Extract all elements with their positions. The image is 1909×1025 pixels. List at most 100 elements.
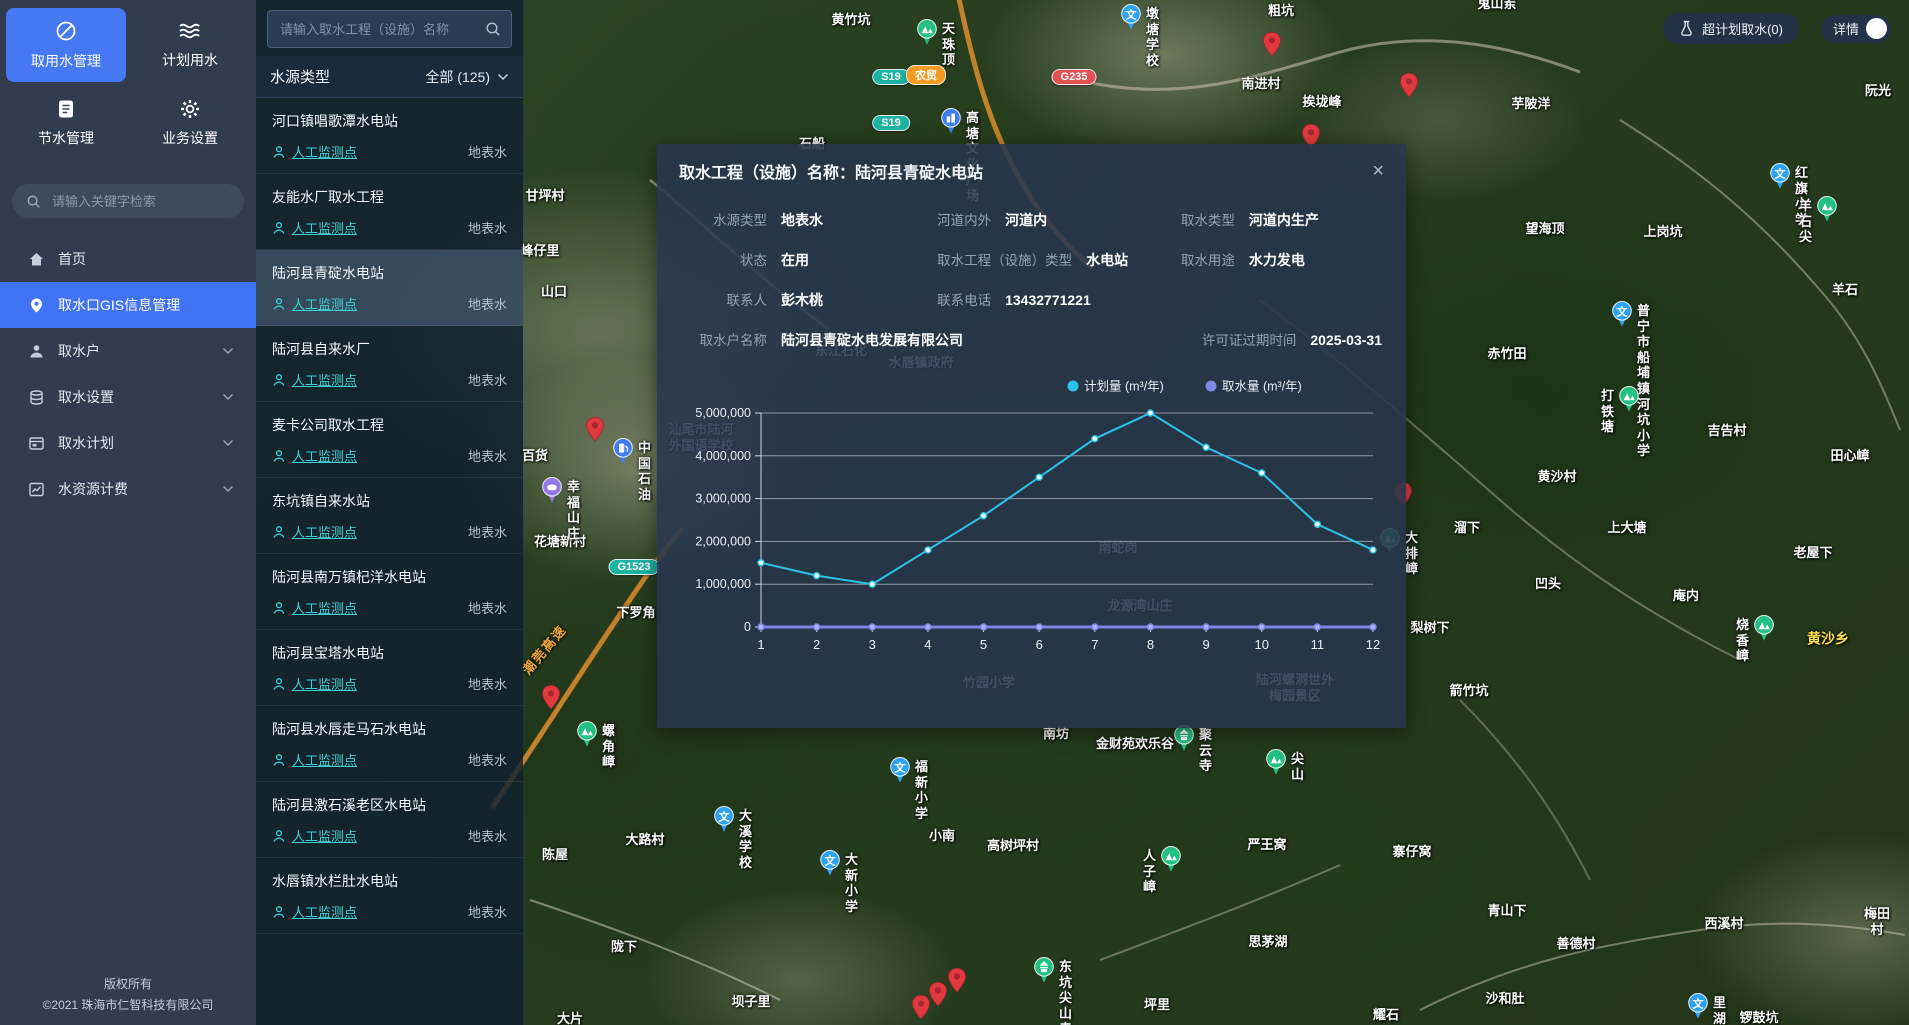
map-poi-temple-icon[interactable]: 东坑尖山寺: [1033, 957, 1055, 989]
map-red-pin[interactable]: [1262, 31, 1282, 62]
map-poi-mountain-icon[interactable]: 尖山: [1265, 749, 1287, 781]
station-list-item[interactable]: 陆河县自来水厂 人工监测点 地表水: [256, 326, 523, 402]
monitor-point-link[interactable]: 人工监测点: [272, 218, 357, 237]
map-poi-school-icon[interactable]: 文红旗小学: [1769, 163, 1791, 195]
sidebar-search[interactable]: [12, 184, 244, 218]
over-plan-button[interactable]: 超计划取水(0): [1663, 13, 1799, 44]
map-poi-school-icon[interactable]: 文大新小学: [819, 850, 841, 882]
map-poi-mountain-icon[interactable]: 螺角嶂: [576, 721, 598, 753]
monitor-point-link[interactable]: 人工监测点: [272, 674, 357, 693]
map-red-pin[interactable]: [1399, 72, 1419, 103]
map-place-label: 善德村: [1556, 936, 1595, 952]
person-icon: [272, 677, 286, 691]
detail-toggle[interactable]: 详情: [1821, 15, 1891, 43]
map-red-pin[interactable]: [541, 684, 561, 715]
water-source-type: 地表水: [468, 142, 507, 161]
monitor-point-link[interactable]: 人工监测点: [272, 446, 357, 465]
station-list-item[interactable]: 友能水厂取水工程 人工监测点 地表水: [256, 174, 523, 250]
sidebar-menu-item-2[interactable]: 取水口GIS信息管理: [0, 282, 256, 328]
search-icon[interactable]: [485, 21, 501, 37]
app-tile-label: 业务设置: [162, 128, 218, 148]
map-place-label: 箭竹坑: [1449, 683, 1488, 699]
map-poi-mountain-icon[interactable]: 羊石尖: [1816, 196, 1838, 228]
gear-icon: [179, 98, 201, 120]
monitor-point-link[interactable]: 人工监测点: [272, 826, 357, 845]
map-place-label: 上大塘: [1607, 520, 1646, 536]
filter-label: 水源类型: [270, 66, 330, 87]
map-place-label: 严王窝: [1247, 837, 1286, 853]
map-place-label: 山口: [541, 284, 567, 300]
station-list-item[interactable]: 陆河县水唇走马石水电站 人工监测点 地表水: [256, 706, 523, 782]
map-poi-temple-icon[interactable]: 聚云寺: [1173, 725, 1195, 757]
monitor-point-link[interactable]: 人工监测点: [272, 294, 357, 313]
station-name: 陆河县青碇水电站: [272, 263, 507, 283]
map-place-label: 上岗坑: [1643, 224, 1682, 240]
map-red-pin[interactable]: [947, 967, 967, 998]
app-tile-4[interactable]: 业务设置: [130, 86, 250, 160]
water-source-type: 地表水: [468, 294, 507, 313]
road-badge: S19: [872, 69, 910, 85]
person-icon: [272, 753, 286, 767]
map-poi-building-icon[interactable]: 高塘文化广场: [940, 108, 962, 140]
monitor-point-link[interactable]: 人工监测点: [272, 750, 357, 769]
app-tile-3[interactable]: 节水管理: [6, 86, 126, 160]
svg-text:文: 文: [719, 809, 731, 823]
map-red-pin[interactable]: [928, 981, 948, 1012]
monitor-point-link[interactable]: 人工监测点: [272, 902, 357, 921]
map-poi-mountain-icon[interactable]: 天珠顶: [916, 19, 938, 51]
monitor-point-link[interactable]: 人工监测点: [272, 598, 357, 617]
station-list-item[interactable]: 陆河县宝塔水电站 人工监测点 地表水: [256, 630, 523, 706]
monitor-point-link[interactable]: 人工监测点: [272, 142, 357, 161]
map-poi-school-icon[interactable]: 文普宁市船埔镇 河坑小学: [1611, 301, 1633, 333]
station-list-item[interactable]: 陆河县青碇水电站 人工监测点 地表水: [256, 250, 523, 326]
map-poi-school-icon[interactable]: 文福新小学: [889, 757, 911, 789]
map-poi-label: 打铁塘: [1601, 388, 1614, 435]
station-search[interactable]: [267, 10, 512, 48]
map-place-label: 吉告村: [1707, 423, 1746, 439]
map-poi-mountain-icon[interactable]: 打铁塘: [1618, 386, 1640, 418]
svg-text:7: 7: [1091, 637, 1098, 652]
svg-text:文: 文: [1126, 7, 1138, 21]
map-place-label: 老屋下: [1793, 545, 1832, 561]
station-list-item[interactable]: 麦卡公司取水工程 人工监测点 地表水: [256, 402, 523, 478]
sidebar-menu-item-5[interactable]: 取水计划: [0, 420, 256, 466]
sidebar-menu-item-3[interactable]: 取水户: [0, 328, 256, 374]
svg-text:文: 文: [1693, 996, 1705, 1010]
map-place-label: 小南: [929, 828, 955, 844]
monitor-point-link[interactable]: 人工监测点: [272, 522, 357, 541]
station-list-item[interactable]: 东坑镇自来水站 人工监测点 地表水: [256, 478, 523, 554]
map-poi-label: 中国石油: [638, 440, 651, 502]
water-source-type: 地表水: [468, 826, 507, 845]
field-联系电话: 联系电话13432771221: [937, 289, 1181, 310]
app-tile-1[interactable]: 取用水管理: [6, 8, 126, 82]
station-list-item[interactable]: 陆河县南万镇杞洋水电站 人工监测点 地表水: [256, 554, 523, 630]
map-poi-gas-icon[interactable]: 中国石油: [612, 438, 634, 470]
station-list-item[interactable]: 陆河县激石溪老区水电站 人工监测点 地表水: [256, 782, 523, 858]
map-poi-school-icon[interactable]: 文大溪学校: [713, 806, 735, 838]
pin-icon: [28, 297, 45, 314]
sidebar-search-input[interactable]: [50, 193, 230, 210]
map-red-pin[interactable]: [911, 994, 931, 1025]
map-place-label: 黄沙乡: [1807, 630, 1849, 648]
map-poi-resort-icon[interactable]: 幸福山庄: [541, 477, 563, 509]
sidebar-menu-item-6[interactable]: 水资源计费: [0, 466, 256, 512]
filter-dropdown[interactable]: 全部 (125): [425, 67, 509, 87]
map-poi-mountain-icon[interactable]: 烧香嶂: [1753, 615, 1775, 647]
app-tile-2[interactable]: 计划用水: [130, 8, 250, 82]
toggle-knob[interactable]: [1866, 18, 1887, 39]
map-poi-school-icon[interactable]: 文里湖小学: [1687, 993, 1709, 1025]
monitor-point-link[interactable]: 人工监测点: [272, 370, 357, 389]
svg-text:9: 9: [1202, 637, 1209, 652]
flask-icon: [1679, 20, 1694, 37]
close-icon[interactable]: ×: [1372, 161, 1384, 181]
station-list-item[interactable]: 河口镇唱歌潭水电站 人工监测点 地表水: [256, 98, 523, 174]
station-list-item[interactable]: 水唇镇水栏肚水电站 人工监测点 地表水: [256, 858, 523, 934]
map-red-pin[interactable]: [585, 416, 605, 447]
sidebar-menu-item-4[interactable]: 取水设置: [0, 374, 256, 420]
sidebar-menu-item-1[interactable]: 首页: [0, 236, 256, 282]
map-poi-school-icon[interactable]: 文墩塘学校: [1120, 4, 1142, 36]
map-poi-mountain-icon[interactable]: 人子嶂: [1160, 846, 1182, 878]
person-icon: [272, 221, 286, 235]
station-search-input[interactable]: [278, 21, 485, 38]
database-icon: [28, 389, 45, 406]
